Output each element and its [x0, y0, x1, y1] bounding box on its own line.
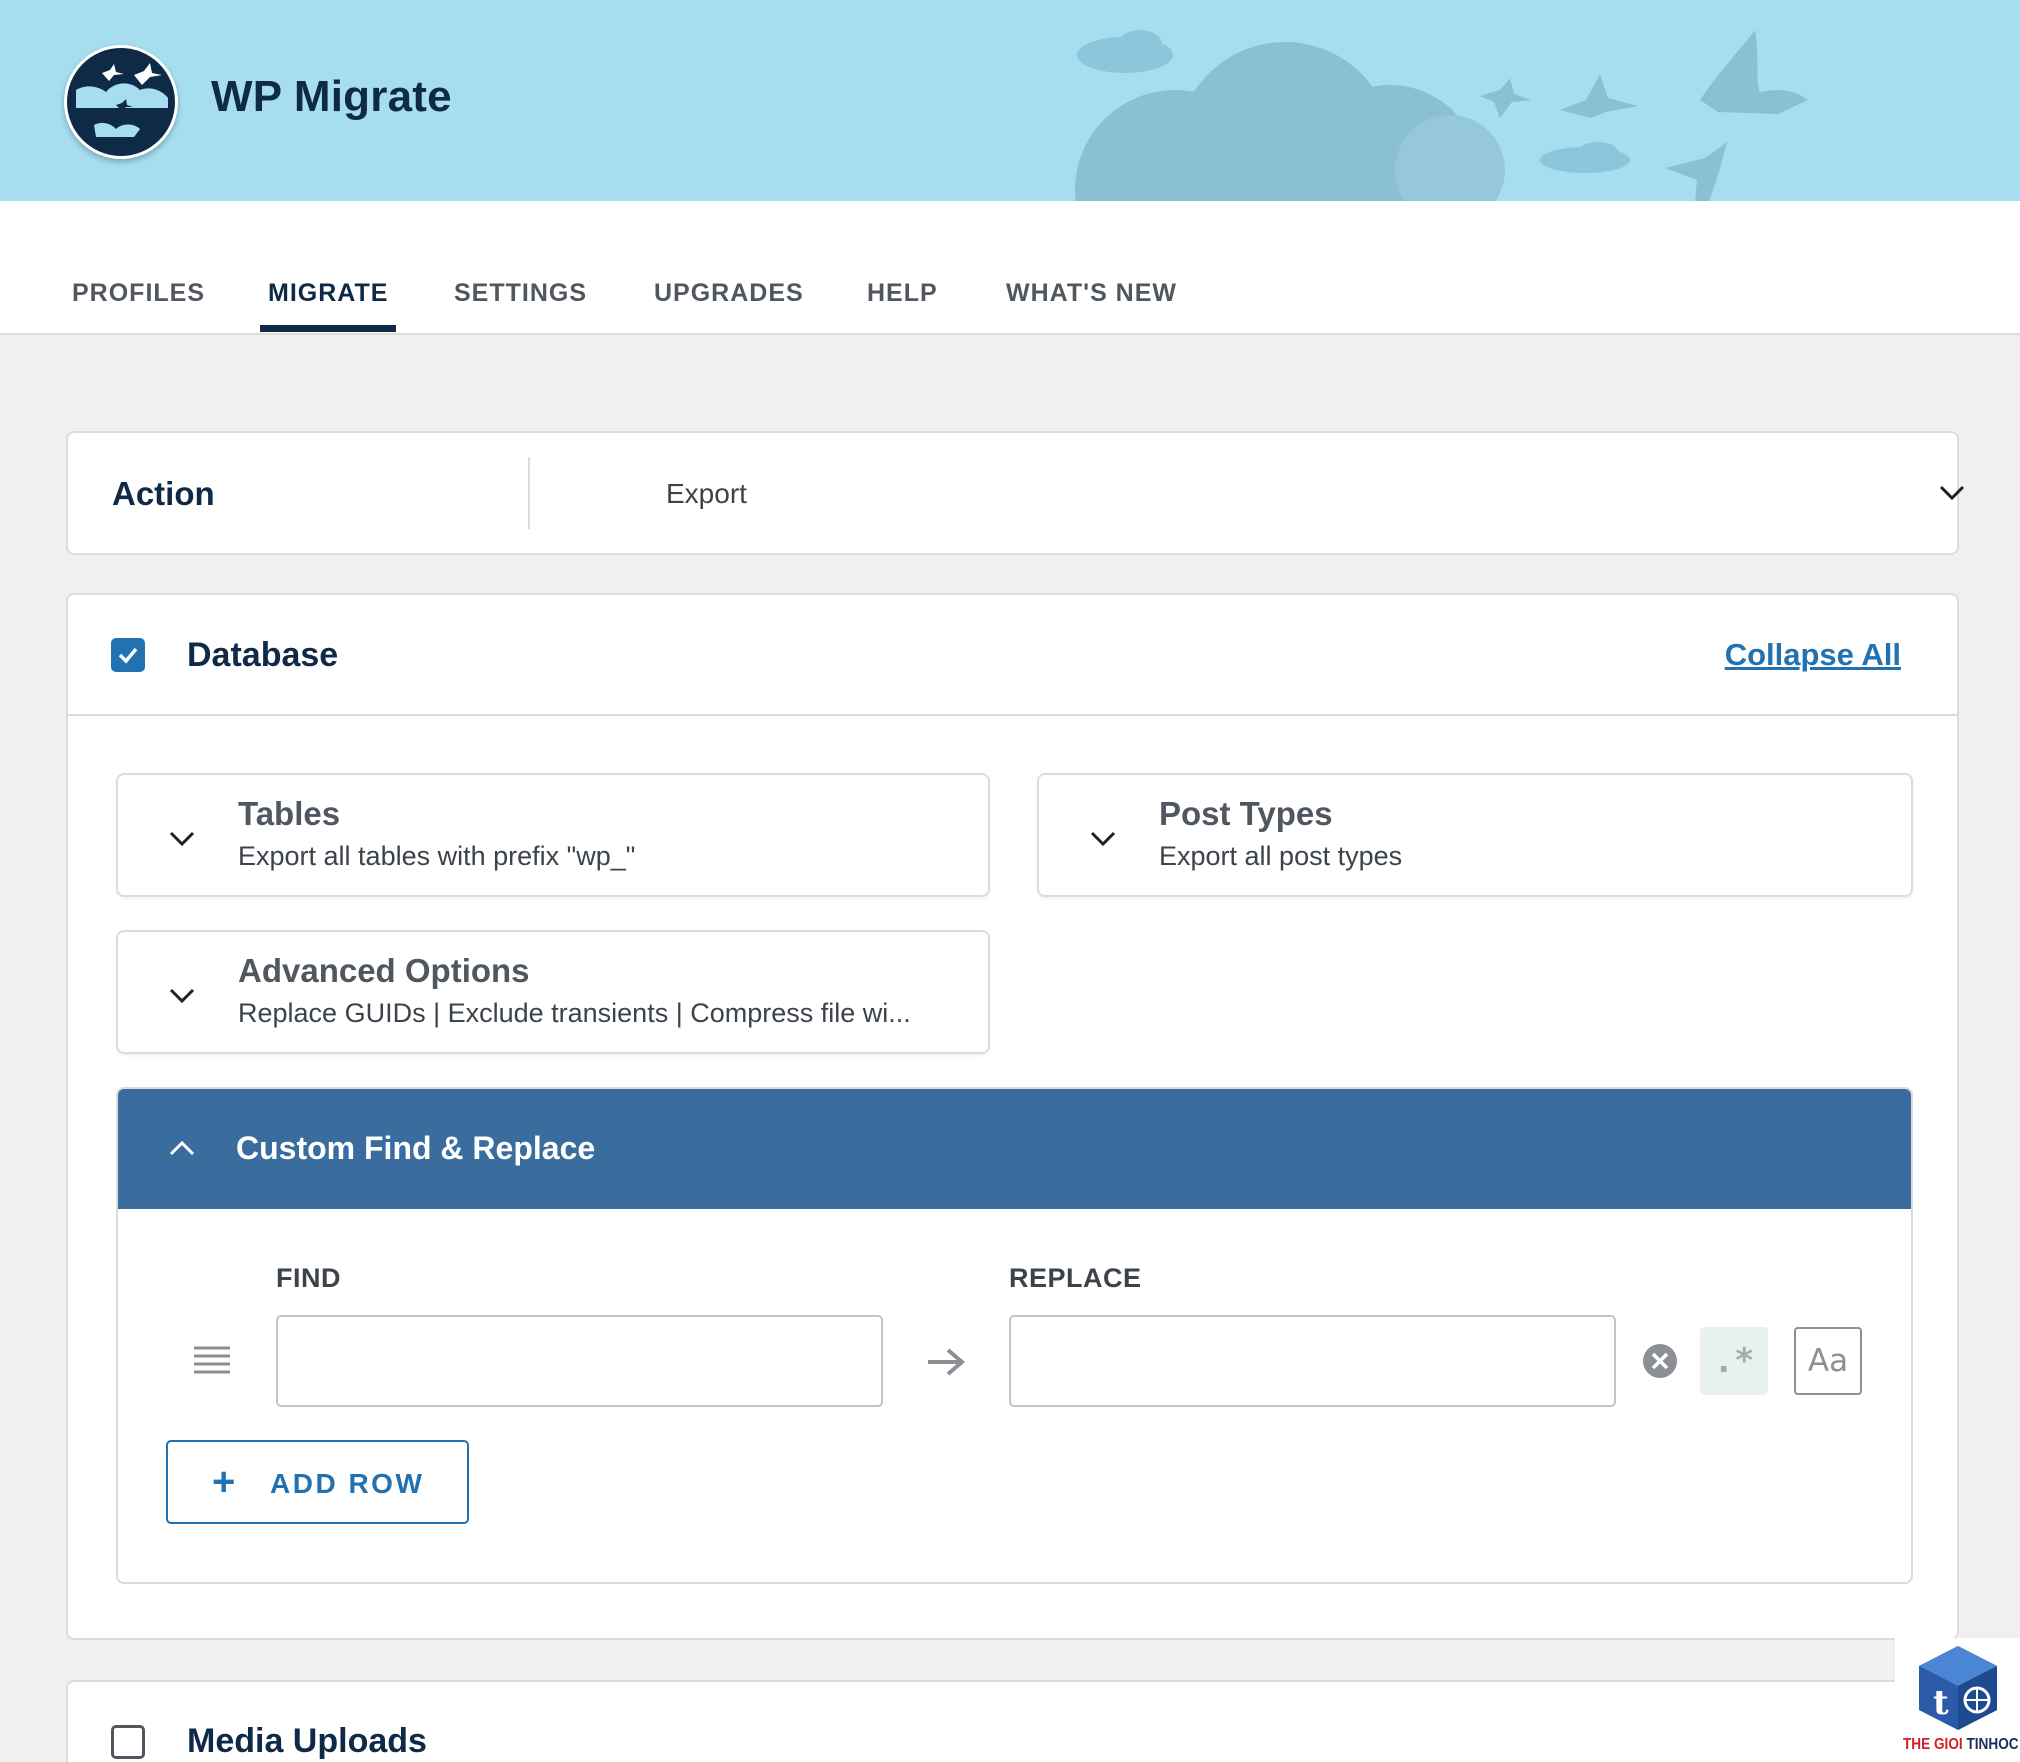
app-title: WP Migrate [211, 72, 452, 121]
watermark-text: THE GIOI TINHOC [1903, 1736, 2019, 1754]
tab-settings[interactable]: SETTINGS [454, 279, 587, 332]
advanced-options-subtitle: Replace GUIDs | Exclude transients | Com… [238, 998, 911, 1028]
drag-handle-icon[interactable] [194, 1345, 230, 1377]
header-banner: WP Migrate [0, 0, 2020, 201]
chevron-down-icon [1090, 831, 1116, 847]
post-types-title: Post Types [1159, 795, 1333, 832]
regex-label: .* [1713, 1341, 1755, 1381]
database-title: Database [187, 636, 339, 674]
case-label: Aa [1807, 1343, 1849, 1379]
tab-whats-new[interactable]: WHAT'S NEW [1006, 279, 1177, 332]
custom-find-replace-header[interactable]: Custom Find & Replace [118, 1089, 1911, 1209]
tab-migrate[interactable]: MIGRATE [259, 279, 397, 332]
database-checkbox[interactable] [111, 638, 145, 672]
main-nav: PROFILES MIGRATE SETTINGS UPGRADES HELP … [0, 201, 2020, 335]
watermark: t THE GIOI TINHOC [1895, 1638, 2020, 1762]
action-panel: Action Export [66, 431, 1965, 555]
find-label: FIND [276, 1263, 341, 1293]
tables-card[interactable]: Tables Export all tables with prefix "wp… [116, 773, 990, 897]
watermark-part2: TINHOC [1966, 1736, 2019, 1753]
tab-profiles[interactable]: PROFILES [72, 279, 205, 332]
database-panel: Database Collapse All Tables Export all … [66, 593, 1959, 1640]
thegioitinhoc-cube-logo-icon: t [1919, 1646, 1997, 1730]
app-logo [64, 45, 178, 159]
database-header: Database Collapse All [68, 595, 1957, 716]
tables-title: Tables [238, 795, 341, 832]
custom-find-replace-title: Custom Find & Replace [236, 1130, 596, 1166]
replace-label: REPLACE [1009, 1263, 1142, 1293]
checkmark-icon [118, 647, 138, 664]
advanced-options-card[interactable]: Advanced Options Replace GUIDs | Exclude… [116, 930, 990, 1054]
tables-subtitle: Export all tables with prefix "wp_" [238, 841, 636, 871]
watermark-part1: THE GIOI [1903, 1736, 1967, 1753]
media-uploads-checkbox[interactable] [111, 1725, 145, 1759]
media-uploads-title: Media Uploads [187, 1722, 427, 1760]
replace-input[interactable] [1009, 1315, 1616, 1407]
add-row-label: ADD ROW [270, 1468, 425, 1499]
chevron-down-icon [1939, 485, 1965, 501]
chevron-up-icon [169, 1140, 195, 1156]
tab-help[interactable]: HELP [867, 279, 938, 332]
action-select[interactable]: Export [530, 433, 1965, 553]
add-row-button[interactable]: + ADD ROW [166, 1440, 469, 1524]
arrow-right-icon [928, 1348, 966, 1376]
wp-migrate-logo-icon [67, 48, 175, 156]
media-uploads-panel: Media Uploads [66, 1680, 1959, 1762]
action-selected-value: Export [666, 478, 747, 509]
chevron-down-icon [169, 831, 195, 847]
plus-icon: + [212, 1460, 236, 1504]
regex-toggle-button[interactable]: .* [1700, 1327, 1768, 1395]
post-types-subtitle: Export all post types [1159, 841, 1403, 871]
post-types-card[interactable]: Post Types Export all post types [1037, 773, 1913, 897]
tab-upgrades[interactable]: UPGRADES [654, 279, 804, 332]
custom-find-replace-section: Custom Find & Replace FIND REPLACE .* Aa… [116, 1087, 1913, 1584]
case-sensitive-toggle-button[interactable]: Aa [1794, 1327, 1862, 1395]
action-label: Action [112, 475, 215, 512]
chevron-down-icon [169, 988, 195, 1004]
clear-circle-icon[interactable] [1641, 1342, 1679, 1380]
svg-text:t: t [1933, 1683, 1949, 1723]
find-input[interactable] [276, 1315, 883, 1407]
advanced-options-title: Advanced Options [238, 952, 530, 989]
collapse-all-link[interactable]: Collapse All [1725, 637, 1901, 673]
